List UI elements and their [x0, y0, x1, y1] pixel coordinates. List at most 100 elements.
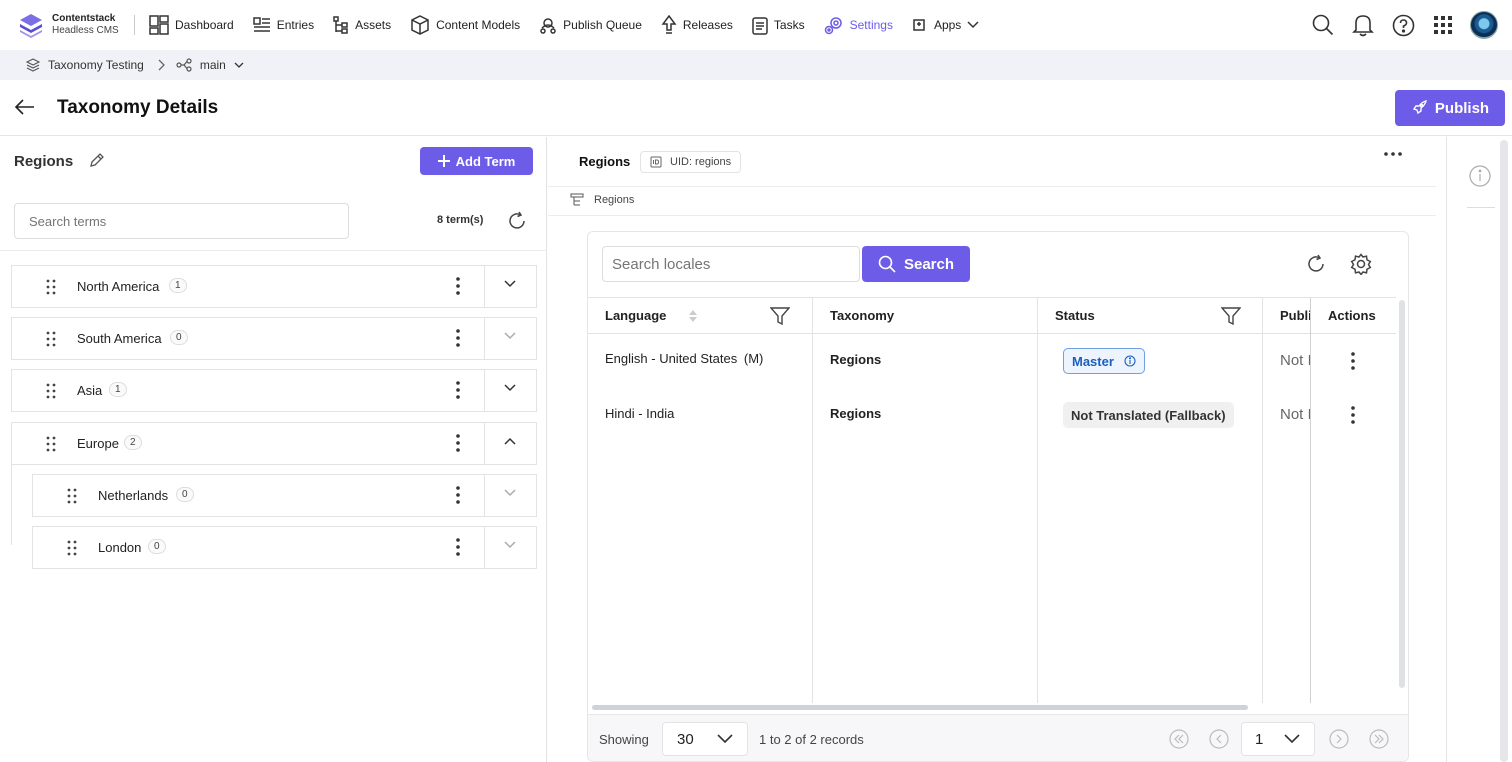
- divider: [1262, 298, 1263, 703]
- publish-button[interactable]: Publish: [1395, 90, 1505, 126]
- publish-status-cell: Not I: [1280, 352, 1310, 369]
- page-scrollbar[interactable]: [1500, 140, 1508, 762]
- term-row-south-america[interactable]: South America 0: [11, 317, 537, 360]
- notifications-button[interactable]: [1350, 10, 1376, 40]
- nav-content-models[interactable]: Content Models: [410, 15, 520, 35]
- drag-handle-icon[interactable]: [67, 488, 77, 504]
- chevron-down-icon[interactable]: [504, 384, 516, 392]
- breadcrumb-branch[interactable]: main: [200, 58, 226, 72]
- sort-icon[interactable]: [689, 310, 697, 322]
- more-vertical-icon[interactable]: [456, 538, 460, 556]
- drag-handle-icon[interactable]: [46, 279, 56, 295]
- refresh-icon[interactable]: [507, 211, 527, 231]
- chevron-down-icon[interactable]: [234, 61, 244, 69]
- refresh-icon[interactable]: [1306, 254, 1326, 274]
- gear-icon[interactable]: [1350, 253, 1372, 275]
- drag-handle-icon[interactable]: [67, 540, 77, 556]
- search-button[interactable]: [1310, 10, 1336, 40]
- vertical-scrollbar[interactable]: [1399, 300, 1405, 688]
- last-page-icon[interactable]: [1369, 729, 1389, 749]
- search-terms-input[interactable]: [14, 203, 349, 239]
- term-row-asia[interactable]: Asia 1: [11, 369, 537, 412]
- content-models-icon: [411, 15, 429, 35]
- more-vertical-icon[interactable]: [1351, 352, 1355, 370]
- drag-handle-icon[interactable]: [46, 436, 56, 452]
- filter-icon[interactable]: [770, 307, 790, 325]
- search-icon: [1312, 14, 1334, 36]
- previous-page-icon[interactable]: [1209, 729, 1229, 749]
- page-size-select[interactable]: 30: [662, 722, 748, 756]
- help-icon: [1392, 14, 1414, 36]
- term-row-london[interactable]: London 0: [32, 526, 537, 569]
- nav-label: Settings: [849, 18, 893, 32]
- nav-publish-queue[interactable]: Publish Queue: [539, 16, 642, 34]
- more-vertical-icon[interactable]: [456, 486, 460, 504]
- more-vertical-icon[interactable]: [1351, 406, 1355, 424]
- publish-status-cell: Not I: [1280, 406, 1310, 423]
- term-count-badge: 1: [169, 278, 187, 293]
- nav-dashboard[interactable]: Dashboard: [149, 15, 234, 35]
- breadcrumb-stack[interactable]: Taxonomy Testing: [48, 58, 144, 72]
- column-header-publish[interactable]: Publi: [1263, 298, 1311, 334]
- term-row-europe[interactable]: Europe 2: [11, 422, 537, 465]
- chevron-down-icon[interactable]: [504, 489, 516, 497]
- nav-label: Content Models: [436, 18, 521, 32]
- master-marker: (M): [743, 351, 764, 366]
- back-arrow-icon[interactable]: [14, 96, 36, 118]
- chevron-down-icon[interactable]: [504, 332, 516, 340]
- chevron-down-icon[interactable]: [504, 541, 516, 549]
- column-header-status[interactable]: Status: [1038, 298, 1263, 334]
- more-vertical-icon[interactable]: [456, 277, 460, 295]
- brand-logo[interactable]: Contentstack Headless CMS: [18, 12, 134, 38]
- term-row-netherlands[interactable]: Netherlands 0: [32, 474, 537, 517]
- nav-assets[interactable]: Assets: [333, 16, 391, 34]
- uid-badge[interactable]: UID: regions: [640, 151, 742, 173]
- language-cell: English - United States: [605, 351, 738, 366]
- app-switcher-button[interactable]: [1430, 10, 1456, 40]
- pencil-icon[interactable]: [89, 152, 105, 168]
- term-row-north-america[interactable]: North America 1: [11, 265, 537, 308]
- contentstack-logo-icon: [20, 14, 42, 38]
- divider: [484, 423, 485, 464]
- more-horizontal-icon[interactable]: [1384, 152, 1402, 156]
- info-icon[interactable]: [1469, 165, 1491, 187]
- search-locales-input[interactable]: [602, 246, 860, 282]
- drag-handle-icon[interactable]: [46, 383, 56, 399]
- next-page-icon[interactable]: [1329, 729, 1349, 749]
- more-vertical-icon[interactable]: [456, 329, 460, 347]
- term-details-panel: Regions UID: regions Regions Search Lang…: [548, 137, 1446, 762]
- nav-entries[interactable]: Entries: [252, 16, 314, 34]
- add-term-button[interactable]: Add Term: [420, 147, 533, 175]
- help-button[interactable]: [1390, 10, 1416, 40]
- divider: [484, 475, 485, 516]
- hierarchy-label[interactable]: Regions: [594, 194, 634, 206]
- more-vertical-icon[interactable]: [456, 381, 460, 399]
- filter-icon[interactable]: [1221, 307, 1241, 325]
- column-header-taxonomy[interactable]: Taxonomy: [813, 298, 1038, 334]
- grid-icon: [1434, 16, 1452, 34]
- more-vertical-icon[interactable]: [456, 434, 460, 452]
- term-count-badge: 1: [109, 382, 127, 397]
- first-page-icon[interactable]: [1169, 729, 1189, 749]
- top-navigation-bar: Contentstack Headless CMS Dashboard Entr…: [0, 0, 1512, 50]
- page-number-select[interactable]: 1: [1241, 722, 1315, 756]
- nav-apps[interactable]: Apps: [912, 17, 979, 33]
- chevron-up-icon[interactable]: [504, 437, 516, 445]
- avatar[interactable]: [1470, 11, 1498, 39]
- horizontal-scrollbar[interactable]: [592, 705, 1248, 710]
- publish-label: Publish: [1434, 99, 1490, 117]
- drag-handle-icon[interactable]: [46, 331, 56, 347]
- term-name: London: [98, 540, 142, 555]
- nav-tasks[interactable]: Tasks: [752, 16, 805, 35]
- term-count-badge: 0: [148, 539, 166, 554]
- search-button[interactable]: Search: [862, 246, 970, 282]
- bell-icon: [1352, 15, 1374, 37]
- nav-settings[interactable]: Settings: [824, 15, 893, 35]
- nav-label: Publish Queue: [563, 18, 642, 32]
- chevron-down-icon[interactable]: [504, 280, 516, 288]
- column-header-language[interactable]: Language: [588, 298, 812, 334]
- tree-connector: [11, 465, 12, 545]
- info-icon[interactable]: [1124, 355, 1136, 367]
- term-count: 8 term(s): [437, 214, 484, 226]
- nav-releases[interactable]: Releases: [661, 15, 733, 35]
